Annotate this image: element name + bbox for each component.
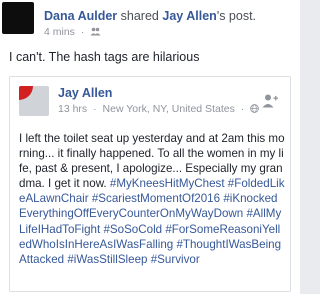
hashtag-link[interactable]: #SoSoCold: [103, 223, 162, 236]
hashtag-link[interactable]: #MyKneesHitMyChest: [110, 177, 225, 190]
add-friend-button[interactable]: [257, 90, 283, 112]
avatar-photo-detail: [19, 86, 33, 100]
add-friend-icon: [262, 94, 278, 108]
meta-separator: ·: [93, 103, 97, 115]
avatar[interactable]: [2, 2, 34, 34]
meta-separator: ·: [80, 26, 85, 38]
post-meta: 4 mins ·: [44, 26, 101, 39]
status-text: I can't. The hash tags are hilarious: [9, 50, 200, 64]
facebook-feed-post: Dana Aulder shared Jay Allen's post. 4 m…: [0, 0, 300, 294]
shared-post-card[interactable]: Jay Allen 13 hrs · New York, NY, United …: [9, 76, 291, 292]
post-body: I left the toilet seat up yesterday and …: [19, 131, 285, 267]
shared-post-timestamp-link[interactable]: 13 hrs: [58, 103, 87, 115]
post-header: Dana Aulder shared Jay Allen's post.: [44, 9, 256, 24]
hashtag-link[interactable]: #iWasStillSleep: [67, 253, 147, 266]
group-icon[interactable]: [90, 27, 101, 39]
shared-author-avatar[interactable]: [19, 86, 49, 116]
post-suffix: 's post.: [216, 9, 257, 23]
shared-author-name-link[interactable]: Jay Allen: [58, 86, 112, 100]
author-name-link[interactable]: Dana Aulder: [44, 9, 117, 23]
hashtag-link[interactable]: #Survivor: [151, 253, 200, 266]
location-link[interactable]: New York, NY, United States: [103, 103, 235, 115]
post-timestamp-link[interactable]: 4 mins: [44, 26, 75, 38]
shared-verb: shared: [120, 9, 159, 23]
meta-separator: ·: [240, 103, 245, 115]
shared-post-meta: 13 hrs · New York, NY, United States ·: [58, 103, 259, 116]
original-author-link[interactable]: Jay Allen: [162, 9, 216, 23]
hashtag-link[interactable]: #ScariestMomentOf2016: [92, 192, 220, 205]
